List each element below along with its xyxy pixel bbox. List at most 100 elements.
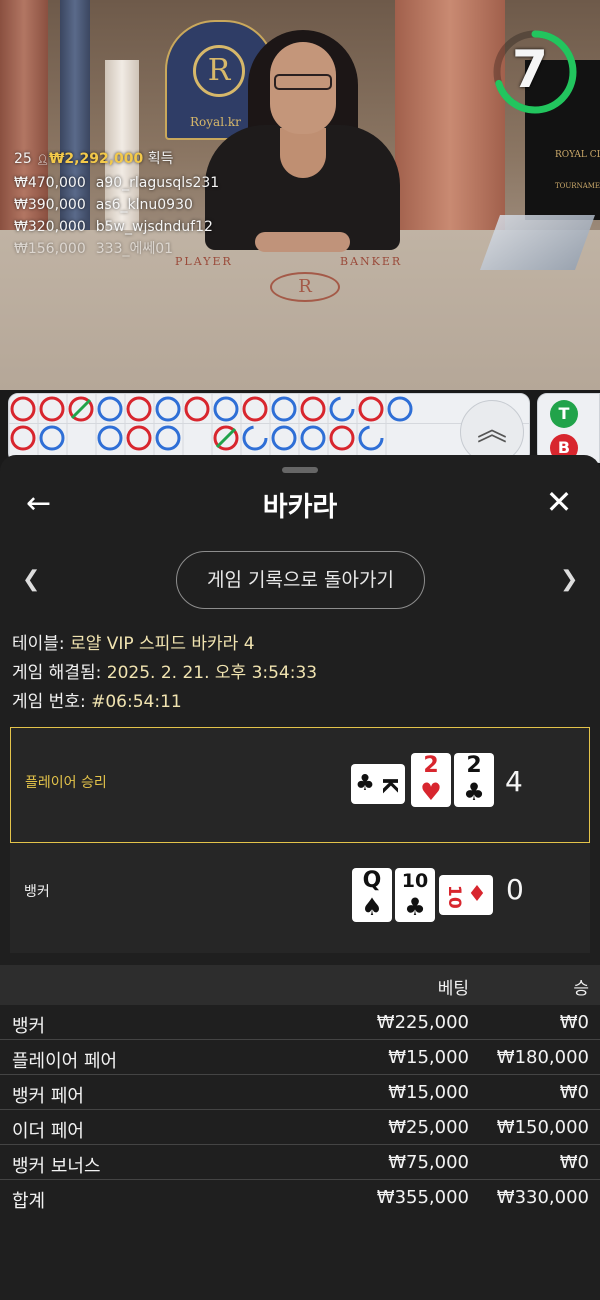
felt-banker-label: BANKER — [340, 255, 403, 268]
total-win: ₩330,000 — [496, 1187, 589, 1208]
bet-amount: ₩15,000 — [388, 1082, 469, 1103]
game-number-info: 게임 번호: #06:54:11 — [12, 688, 317, 717]
road-bead — [155, 425, 181, 451]
road-bead — [97, 396, 123, 422]
next-game-button[interactable]: ❯ — [560, 567, 578, 592]
bet-name: 이더 페어 — [12, 1121, 84, 1142]
bead-road[interactable] — [8, 393, 530, 463]
table-label: 테이블: — [12, 634, 65, 654]
bet-amount: ₩225,000 — [376, 1012, 469, 1033]
winner-row: ₩470,000 a90_rlagusqls231 — [14, 172, 219, 194]
road-bead — [329, 396, 355, 422]
banker-card-1: Q ♠ — [352, 868, 392, 922]
player-card-3: 2 ♣ — [454, 753, 494, 807]
curtain-right — [395, 0, 505, 240]
close-button[interactable]: ✕ — [542, 485, 576, 519]
win-amount: ₩150,000 — [496, 1117, 589, 1138]
bet-name: 뱅커 보너스 — [12, 1156, 101, 1177]
bet-amount: ₩15,000 — [388, 1047, 469, 1068]
winner-user: a90_rlagusqls231 — [95, 175, 220, 191]
road-bead — [300, 396, 326, 422]
player-card-2: 2 ♥ — [411, 753, 451, 807]
felt-crest: R — [270, 272, 340, 302]
tie-badge: T — [550, 400, 578, 428]
card-rank: Q — [362, 868, 382, 893]
winner-amount: ₩156,000 — [14, 241, 86, 257]
card-suit: ♣ — [355, 771, 375, 796]
table-info: 테이블: 로얄 VIP 스피드 바카라 4 — [12, 630, 317, 659]
bet-name: 플레이어 페어 — [12, 1051, 118, 1072]
road-bead — [358, 425, 384, 451]
game-number-label: 게임 번호: — [12, 692, 86, 712]
bet-amount: ₩75,000 — [388, 1152, 469, 1173]
winners-summary: 25 👤︎₩2,292,000 획득 — [14, 148, 219, 172]
card-suit: ♦ — [467, 882, 487, 907]
winner-user: b5w_wjsdnduf12 — [95, 219, 213, 235]
card-suit: ♠ — [361, 893, 383, 921]
card-suit: ♣ — [463, 778, 485, 806]
road-bead — [97, 425, 123, 451]
table-row: 뱅커 ₩225,000 ₩0 — [0, 1005, 600, 1040]
table-row: 뱅커 보너스 ₩75,000 ₩0 — [0, 1145, 600, 1180]
column-win: 승 — [573, 979, 589, 999]
resolved-label: 게임 해결됨: — [12, 663, 102, 683]
sheet-title: 바카라 — [262, 492, 338, 523]
winner-row: ₩320,000 b5w_wjsdnduf12 — [14, 216, 219, 238]
resolved-value: 2025. 2. 21. 오후 3:54:33 — [106, 663, 318, 683]
column-bet: 베팅 — [437, 979, 469, 999]
road-bead — [184, 396, 210, 422]
live-video: R Royal.kr ROYAL CL TOURNAMEN PLAYER BAN… — [0, 0, 600, 390]
player-score: 4 — [505, 765, 523, 798]
winner-amount: ₩390,000 — [14, 197, 86, 213]
dealer-hands — [255, 232, 350, 252]
road-bead — [126, 425, 152, 451]
drag-handle[interactable] — [282, 467, 318, 473]
game-number-value: #06:54:11 — [91, 692, 182, 712]
bets-table-header: 베팅 승 — [0, 965, 600, 1005]
card-rank: 2 — [423, 753, 439, 778]
road-bead — [242, 396, 268, 422]
winners-count: 25 — [14, 151, 32, 167]
table-row: 뱅커 페어 ₩15,000 ₩0 — [0, 1075, 600, 1110]
chevron-right-icon: ❯ — [560, 567, 579, 592]
total-bet: ₩355,000 — [376, 1187, 469, 1208]
winner-user: 333_에쎄01 — [95, 241, 174, 257]
dealer-glasses — [274, 74, 332, 90]
bet-name: 뱅커 페어 — [12, 1086, 84, 1107]
banker-result-label: 뱅커 — [24, 884, 50, 900]
road-bead — [242, 425, 268, 451]
total-row: 합계 ₩355,000 ₩330,000 — [0, 1180, 600, 1215]
countdown-number: 7 — [511, 40, 549, 100]
bet-name: 뱅커 — [12, 1016, 46, 1037]
card-rank: 10 — [444, 885, 464, 909]
game-detail-sheet: ← 바카라 ✕ ❮ 게임 기록으로 돌아가기 ❯ 테이블: 로얄 VIP 스피드… — [0, 455, 600, 1300]
game-info: 테이블: 로얄 VIP 스피드 바카라 4 게임 해결됨: 2025. 2. 2… — [12, 630, 317, 717]
road-bead — [358, 396, 384, 422]
banker-score: 0 — [506, 873, 524, 906]
chevron-left-icon: ❮ — [22, 567, 41, 592]
road-bead — [300, 425, 326, 451]
win-amount: ₩0 — [559, 1082, 589, 1103]
card-suit: ♣ — [404, 893, 426, 921]
road-bead — [387, 396, 413, 422]
road-bead — [329, 425, 355, 451]
win-amount: ₩180,000 — [496, 1047, 589, 1068]
bets-table: 베팅 승 뱅커 ₩225,000 ₩0 플레이어 페어 ₩15,000 ₩180… — [0, 965, 600, 1215]
table-value: 로얄 VIP 스피드 바카라 4 — [70, 634, 255, 654]
banker-card-2: 10 ♣ — [395, 868, 435, 922]
bet-amount: ₩25,000 — [388, 1117, 469, 1138]
winner-row: ₩390,000 as6_klnu0930 — [14, 194, 219, 216]
banker-card-3: 10 ♦ — [439, 875, 493, 915]
table-row: 이더 페어 ₩25,000 ₩150,000 — [0, 1110, 600, 1145]
winner-user: as6_klnu0930 — [95, 197, 193, 213]
brand-text: Royal.kr — [190, 115, 241, 129]
back-to-history-button[interactable]: 게임 기록으로 돌아가기 — [176, 551, 425, 609]
previous-game-button[interactable]: ❮ — [22, 567, 40, 592]
win-amount: ₩0 — [559, 1012, 589, 1033]
side-brand: ROYAL CL — [555, 150, 600, 160]
road-bead — [39, 425, 65, 451]
close-icon: ✕ — [545, 483, 573, 521]
winners-total: ₩2,292,000 — [48, 151, 144, 167]
winner-row: ₩156,000 333_에쎄01 — [14, 238, 219, 260]
road-bead — [10, 425, 36, 451]
